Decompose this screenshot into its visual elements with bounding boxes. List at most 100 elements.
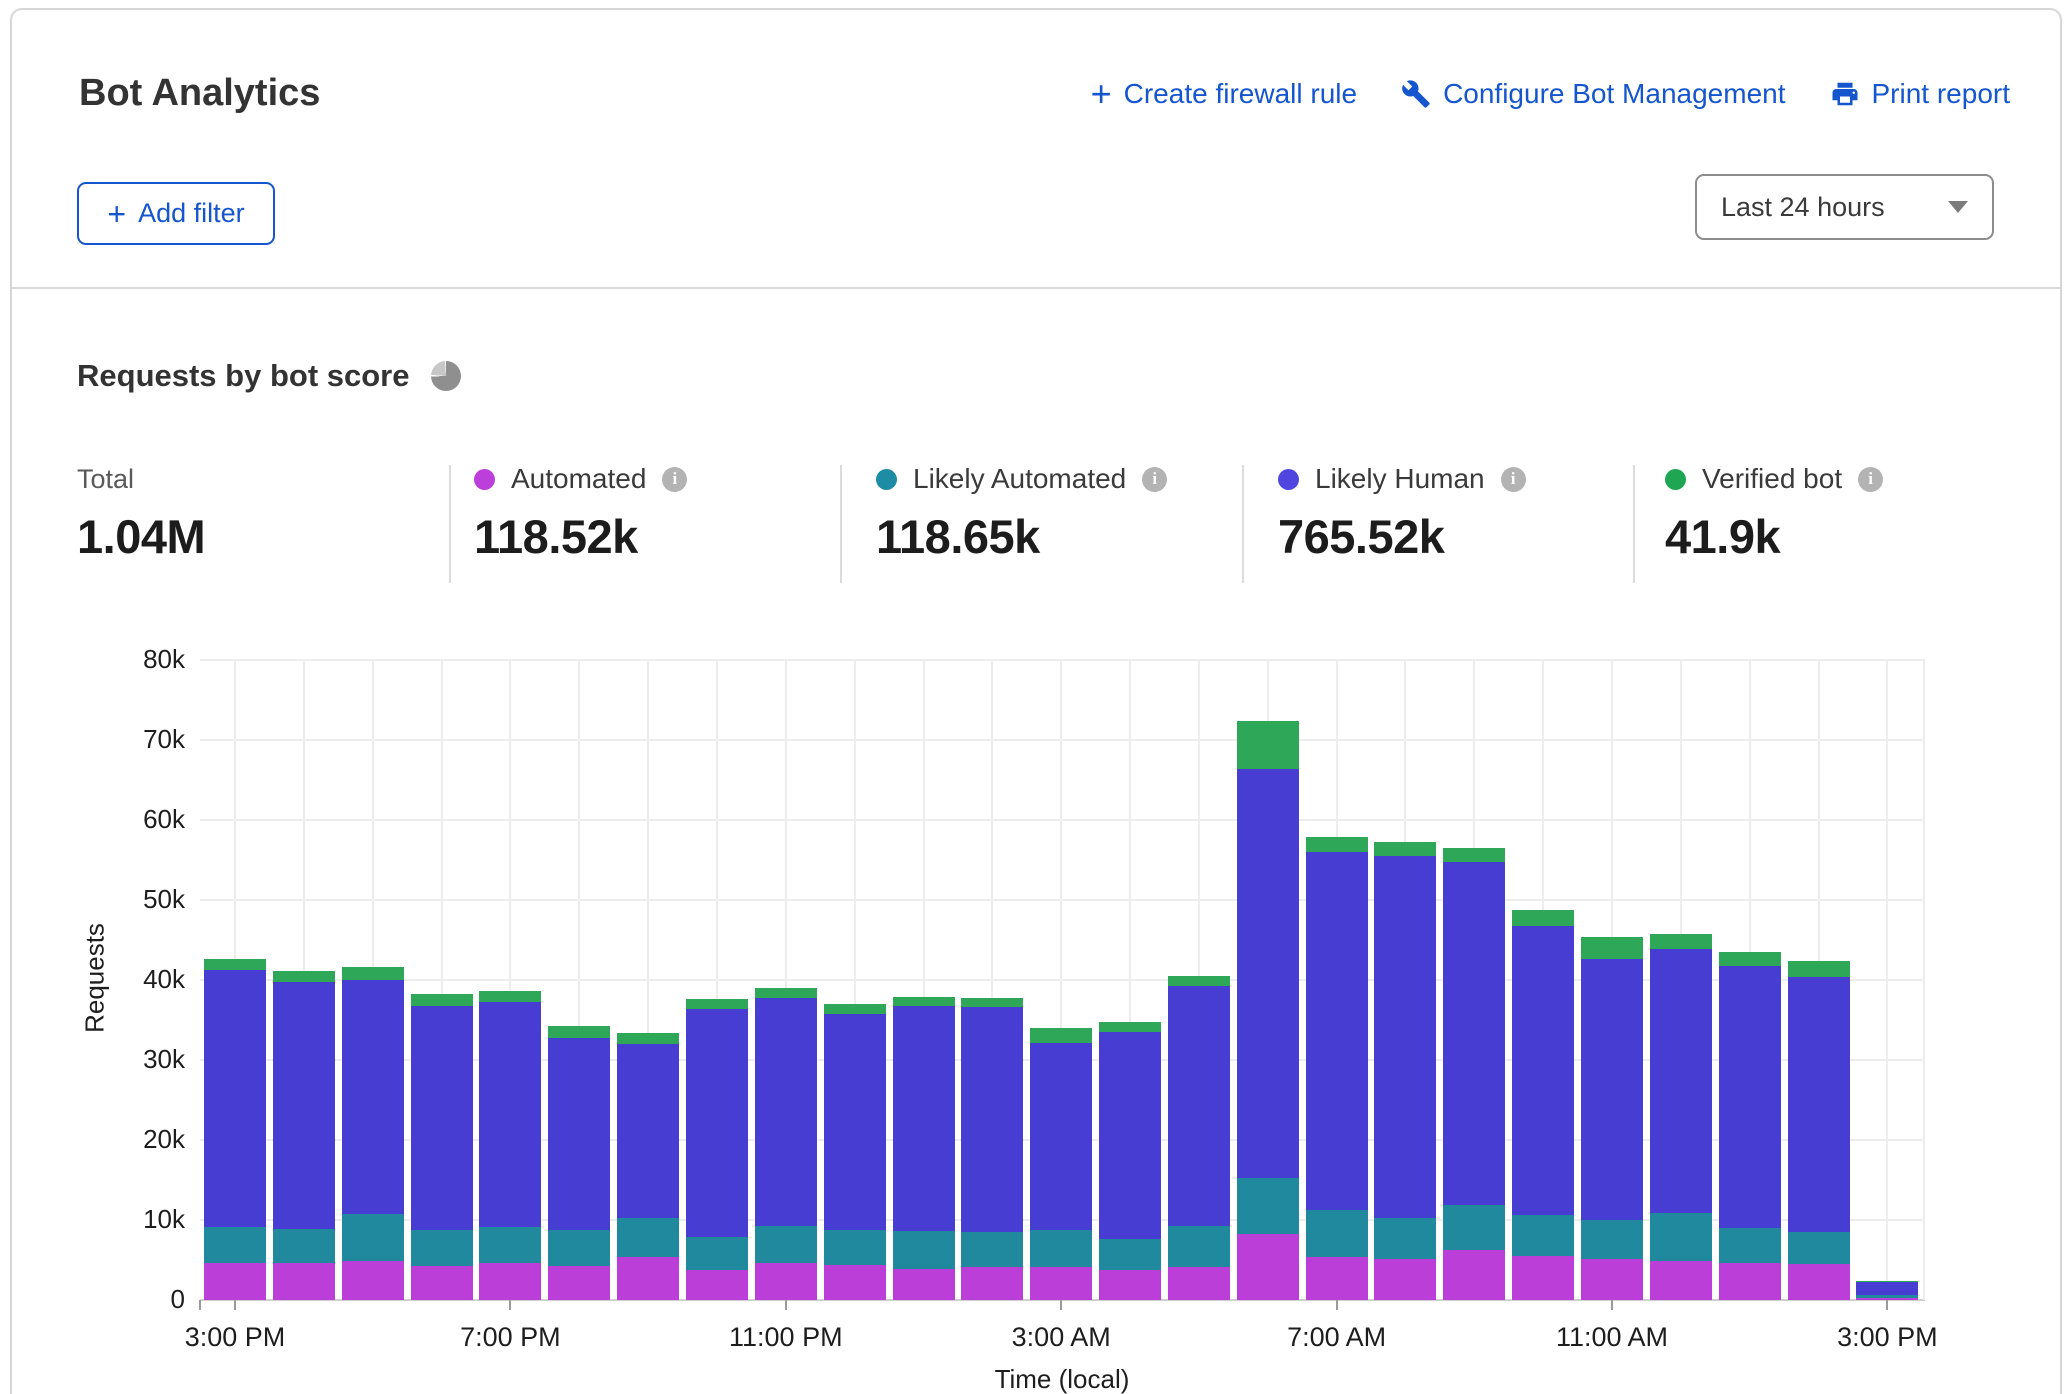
info-icon[interactable]: i bbox=[1501, 467, 1526, 492]
bar-segment-verified-bot[interactable] bbox=[1099, 1022, 1161, 1032]
bar-segment-likely-automated[interactable] bbox=[1099, 1239, 1161, 1269]
bar-segment-automated[interactable] bbox=[961, 1267, 1023, 1300]
bar-segment-verified-bot[interactable] bbox=[548, 1026, 610, 1038]
bar-segment-verified-bot[interactable] bbox=[1306, 837, 1368, 852]
bar-segment-automated[interactable] bbox=[617, 1257, 679, 1300]
bar-segment-automated[interactable] bbox=[273, 1263, 335, 1300]
bar-segment-likely-automated[interactable] bbox=[1512, 1215, 1574, 1256]
time-range-select[interactable]: Last 24 hours bbox=[1695, 174, 1994, 240]
bar-segment-automated[interactable] bbox=[1581, 1259, 1643, 1300]
bar-segment-automated[interactable] bbox=[1512, 1256, 1574, 1300]
bar-segment-likely-human[interactable] bbox=[1581, 959, 1643, 1220]
bar-segment-verified-bot[interactable] bbox=[1237, 721, 1299, 769]
bar-segment-automated[interactable] bbox=[548, 1266, 610, 1300]
bar-segment-automated[interactable] bbox=[342, 1261, 404, 1300]
bar-segment-automated[interactable] bbox=[1443, 1250, 1505, 1300]
bar-segment-verified-bot[interactable] bbox=[1030, 1028, 1092, 1043]
bar-segment-likely-human[interactable] bbox=[961, 1007, 1023, 1232]
bar-segment-verified-bot[interactable] bbox=[1374, 842, 1436, 856]
bar-segment-verified-bot[interactable] bbox=[273, 971, 335, 981]
bar-segment-likely-automated[interactable] bbox=[1650, 1213, 1712, 1261]
info-icon[interactable]: i bbox=[1858, 467, 1883, 492]
bar-segment-verified-bot[interactable] bbox=[755, 988, 817, 998]
bar-segment-likely-human[interactable] bbox=[1030, 1043, 1092, 1229]
bar-segment-likely-human[interactable] bbox=[1788, 977, 1850, 1232]
bar-segment-likely-automated[interactable] bbox=[342, 1214, 404, 1261]
bar-segment-verified-bot[interactable] bbox=[1650, 934, 1712, 948]
bar-segment-likely-human[interactable] bbox=[1168, 986, 1230, 1225]
bar-segment-likely-automated[interactable] bbox=[686, 1237, 748, 1271]
bar-segment-automated[interactable] bbox=[411, 1266, 473, 1300]
bar-segment-automated[interactable] bbox=[1030, 1267, 1092, 1300]
bar-segment-likely-human[interactable] bbox=[342, 980, 404, 1214]
bar-segment-likely-human[interactable] bbox=[1306, 852, 1368, 1210]
bar-segment-likely-human[interactable] bbox=[893, 1006, 955, 1231]
add-filter-button[interactable]: + Add filter bbox=[77, 182, 275, 245]
bar-segment-likely-human[interactable] bbox=[1374, 856, 1436, 1218]
bar-segment-automated[interactable] bbox=[686, 1270, 748, 1300]
bar-segment-verified-bot[interactable] bbox=[617, 1033, 679, 1044]
bar-segment-verified-bot[interactable] bbox=[1788, 961, 1850, 977]
configure-bot-management-link[interactable]: Configure Bot Management bbox=[1401, 78, 1785, 110]
bar-segment-likely-automated[interactable] bbox=[1719, 1228, 1781, 1263]
bar-segment-automated[interactable] bbox=[1374, 1259, 1436, 1300]
bar-segment-verified-bot[interactable] bbox=[1856, 1281, 1918, 1282]
bar-segment-likely-human[interactable] bbox=[755, 998, 817, 1227]
bar-segment-automated[interactable] bbox=[1306, 1257, 1368, 1300]
bar-segment-likely-human[interactable] bbox=[479, 1002, 541, 1227]
bar-segment-automated[interactable] bbox=[1650, 1261, 1712, 1300]
bar-segment-likely-automated[interactable] bbox=[1237, 1178, 1299, 1233]
bar-segment-automated[interactable] bbox=[1788, 1264, 1850, 1300]
bar-segment-verified-bot[interactable] bbox=[204, 959, 266, 970]
bar-segment-likely-human[interactable] bbox=[1719, 966, 1781, 1228]
bar-segment-likely-human[interactable] bbox=[273, 982, 335, 1229]
bar-segment-automated[interactable] bbox=[204, 1263, 266, 1300]
bar-segment-likely-human[interactable] bbox=[617, 1044, 679, 1218]
bar-segment-likely-automated[interactable] bbox=[1788, 1232, 1850, 1264]
bar-segment-likely-human[interactable] bbox=[204, 970, 266, 1227]
bar-segment-likely-automated[interactable] bbox=[479, 1227, 541, 1263]
bar-segment-verified-bot[interactable] bbox=[1581, 937, 1643, 959]
bar-segment-likely-automated[interactable] bbox=[824, 1230, 886, 1265]
bar-segment-automated[interactable] bbox=[479, 1263, 541, 1300]
bar-segment-automated[interactable] bbox=[1719, 1263, 1781, 1300]
bar-segment-automated[interactable] bbox=[1168, 1267, 1230, 1300]
bar-segment-likely-automated[interactable] bbox=[411, 1230, 473, 1266]
bar-segment-verified-bot[interactable] bbox=[824, 1004, 886, 1014]
bar-segment-verified-bot[interactable] bbox=[686, 999, 748, 1009]
bar-segment-likely-human[interactable] bbox=[411, 1006, 473, 1229]
create-firewall-rule-link[interactable]: + Create firewall rule bbox=[1091, 78, 1357, 110]
bar-segment-verified-bot[interactable] bbox=[479, 991, 541, 1002]
bar-segment-likely-automated[interactable] bbox=[893, 1231, 955, 1269]
bar-segment-verified-bot[interactable] bbox=[1512, 910, 1574, 926]
bar-segment-automated[interactable] bbox=[893, 1269, 955, 1300]
bar-segment-likely-human[interactable] bbox=[1443, 862, 1505, 1204]
bar-segment-automated[interactable] bbox=[755, 1263, 817, 1300]
bar-segment-likely-automated[interactable] bbox=[1443, 1205, 1505, 1251]
bar-segment-verified-bot[interactable] bbox=[411, 994, 473, 1006]
bar-segment-automated[interactable] bbox=[1237, 1234, 1299, 1300]
bar-segment-likely-automated[interactable] bbox=[1168, 1226, 1230, 1268]
bar-segment-likely-automated[interactable] bbox=[1030, 1230, 1092, 1268]
bar-segment-likely-human[interactable] bbox=[548, 1038, 610, 1230]
bar-segment-verified-bot[interactable] bbox=[893, 997, 955, 1007]
bar-segment-likely-human[interactable] bbox=[1099, 1032, 1161, 1239]
bar-segment-likely-human[interactable] bbox=[824, 1014, 886, 1230]
bar-segment-likely-automated[interactable] bbox=[1374, 1218, 1436, 1259]
bar-segment-likely-human[interactable] bbox=[1237, 769, 1299, 1179]
bar-segment-verified-bot[interactable] bbox=[342, 967, 404, 980]
bar-segment-automated[interactable] bbox=[1099, 1270, 1161, 1300]
bar-segment-likely-automated[interactable] bbox=[1856, 1295, 1918, 1297]
bar-segment-likely-automated[interactable] bbox=[755, 1226, 817, 1263]
bar-segment-likely-human[interactable] bbox=[1650, 949, 1712, 1213]
bar-segment-verified-bot[interactable] bbox=[961, 998, 1023, 1008]
bar-segment-automated[interactable] bbox=[824, 1265, 886, 1300]
print-report-link[interactable]: Print report bbox=[1830, 78, 2011, 110]
bar-segment-verified-bot[interactable] bbox=[1443, 848, 1505, 862]
bar-segment-likely-automated[interactable] bbox=[204, 1227, 266, 1263]
info-icon[interactable]: i bbox=[1142, 467, 1167, 492]
bar-segment-likely-automated[interactable] bbox=[1306, 1210, 1368, 1256]
bar-segment-likely-human[interactable] bbox=[1856, 1282, 1918, 1296]
bar-segment-likely-automated[interactable] bbox=[1581, 1220, 1643, 1259]
bar-segment-likely-automated[interactable] bbox=[961, 1232, 1023, 1267]
